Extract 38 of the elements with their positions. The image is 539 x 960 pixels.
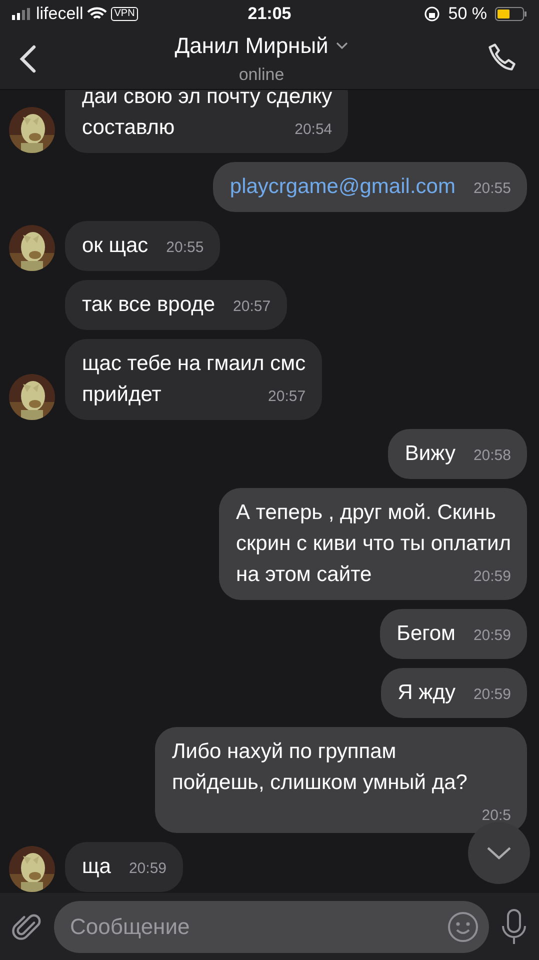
message-time: 20:5	[482, 808, 511, 823]
message-bubble: Бегом 20:59	[380, 609, 527, 659]
message-time: 20:59	[473, 687, 511, 702]
message-time: 20:59	[473, 628, 511, 643]
message-bubble: даи свою эл почту сделку составлю 20:54	[65, 90, 348, 153]
battery-icon	[495, 7, 528, 21]
message-time: 20:58	[473, 448, 511, 463]
rotation-lock-icon	[424, 6, 440, 22]
battery-percent: 50 %	[448, 3, 488, 26]
message-time: 20:57	[268, 389, 306, 404]
message-time: 20:59	[473, 569, 511, 584]
message-bubble: Я жду 20:59	[380, 668, 527, 718]
contact-name[interactable]: Данил Мирный	[174, 29, 328, 62]
signal-icon	[12, 8, 32, 20]
message-bubble: Вижу 20:58	[388, 429, 527, 479]
online-status: online	[238, 64, 284, 86]
chevron-down-icon[interactable]	[486, 846, 512, 860]
message-field[interactable]: Сообщение	[54, 900, 489, 952]
back-icon[interactable]	[18, 44, 38, 74]
message-time: 20:57	[233, 299, 271, 314]
clock: 21:05	[248, 3, 292, 26]
message-time: 20:59	[128, 861, 167, 876]
message-bubble: playcrgame@gmail.com 20:55	[212, 162, 527, 212]
message-bubble: щас тебе на гмаил смс прийдет 20:57	[65, 339, 322, 420]
chevron-down-icon[interactable]	[336, 42, 348, 50]
message-time: 20:55	[166, 240, 204, 255]
message-bubble: А теперь , друг мой. Скинь скрин с киви что ты оплатил на этом сайте 20:59	[218, 488, 527, 600]
message-bubble: Либо нахуй по группам пойдешь, слишком умный да? 20:5	[155, 727, 527, 833]
message-time: 20:55	[473, 181, 511, 196]
message-bubble: ща 20:59	[65, 842, 183, 892]
microphone-icon[interactable]	[499, 908, 529, 946]
vpn-indicator: VPN	[111, 7, 138, 21]
message-time: 20:54	[294, 122, 332, 137]
wifi-icon	[87, 7, 108, 21]
emoji-icon[interactable]	[447, 910, 479, 942]
message-bubble: ок щас 20:55	[65, 221, 220, 271]
carrier-name: lifecell	[36, 3, 84, 26]
message-bubble: так все вроде 20:57	[65, 280, 287, 330]
